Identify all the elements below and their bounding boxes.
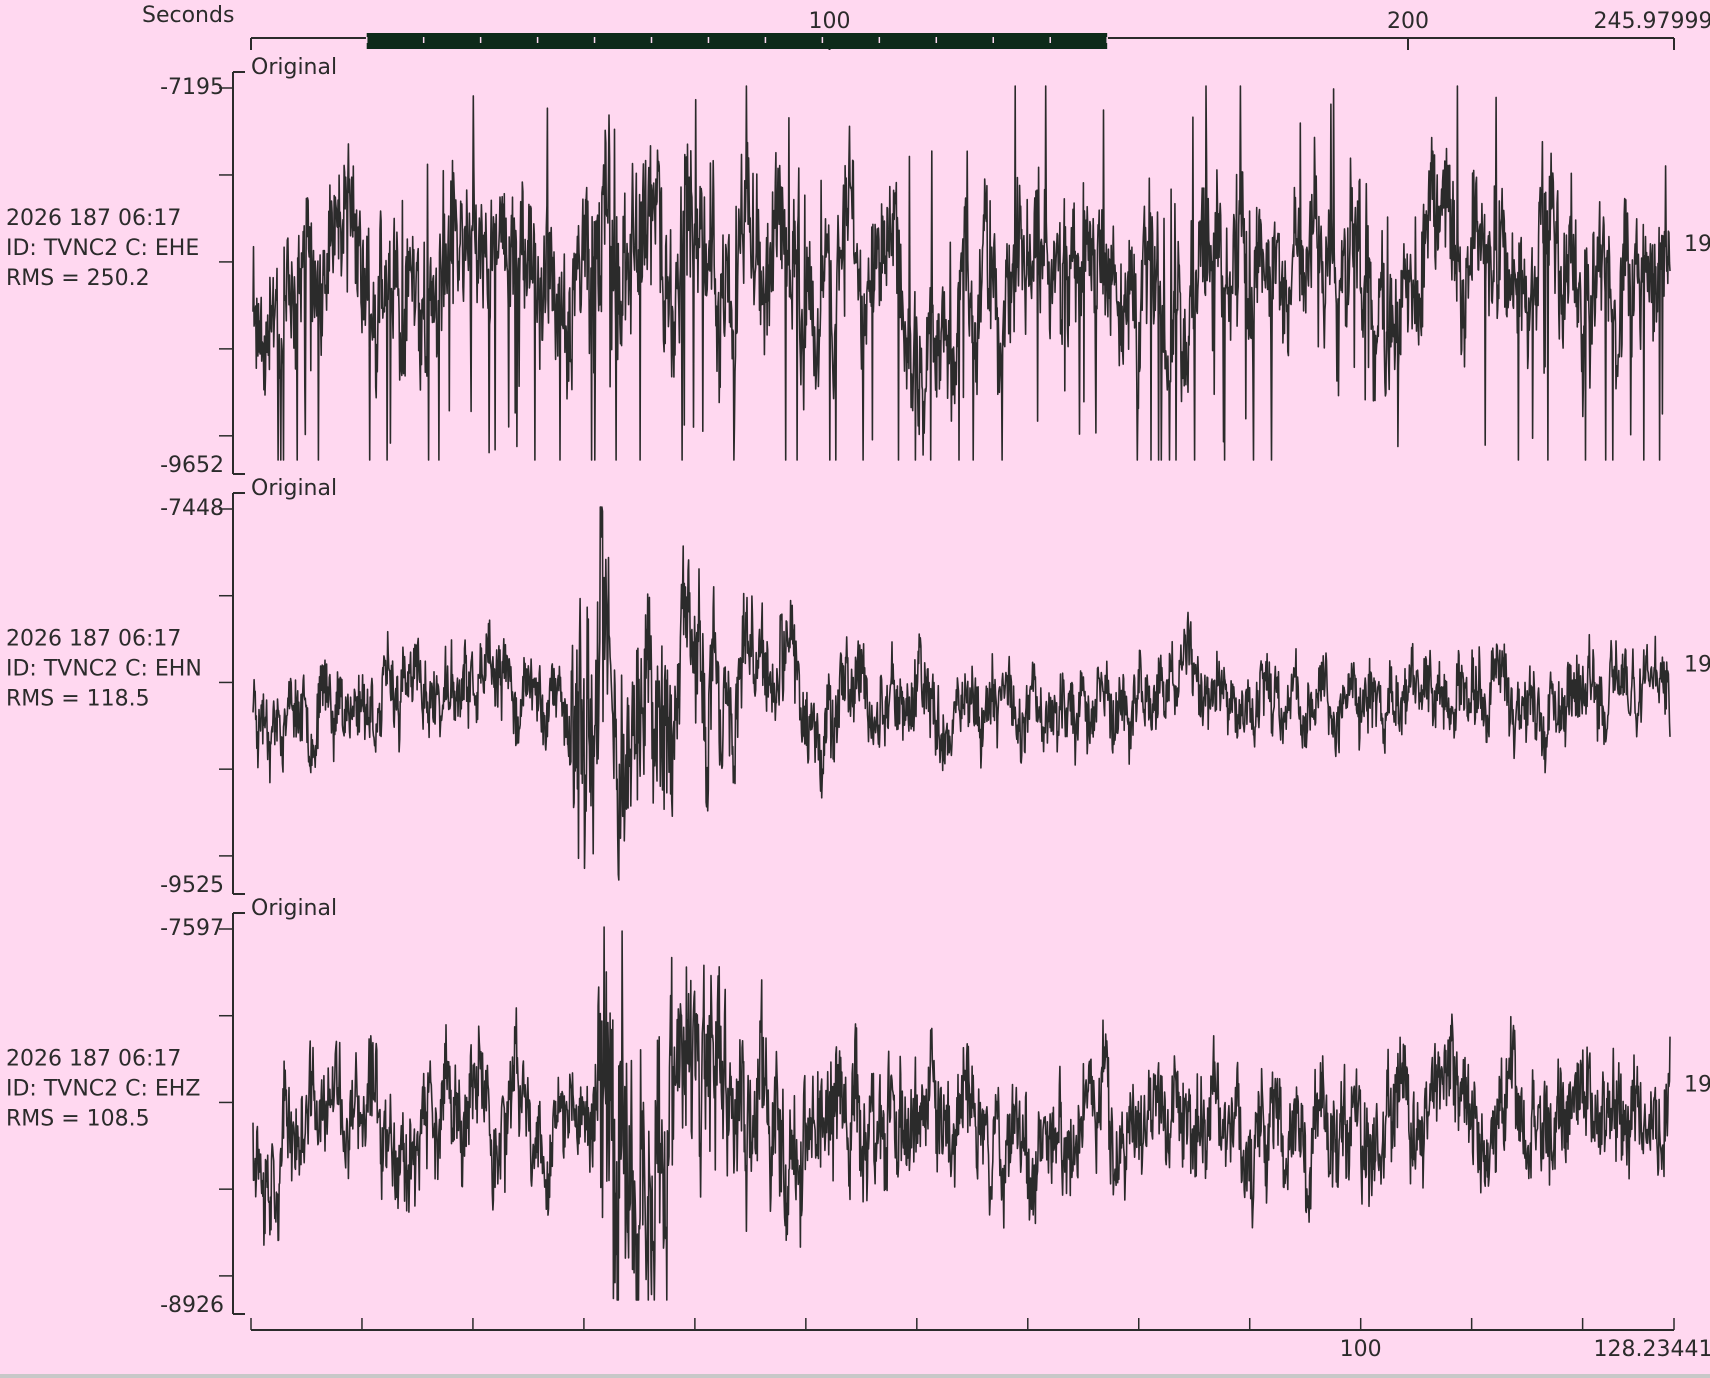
waveform-trace bbox=[252, 506, 1671, 881]
y-min-label: -8926 bbox=[160, 1293, 224, 1318]
y-min-label: -9652 bbox=[160, 453, 224, 478]
bottom-axis: 100 128.23441318 bbox=[250, 1318, 1710, 1362]
trace-right-label: 19 bbox=[1684, 232, 1710, 257]
top-axis-label: Seconds bbox=[142, 3, 234, 28]
trace-datetime: 2026 187 06:17 bbox=[6, 1047, 181, 1072]
waveform-trace bbox=[252, 926, 1671, 1301]
trace-right-label: 19 bbox=[1684, 653, 1710, 678]
trace-panels: Original -7195 -9652 2026 187 06:17 ID: TVNC… bbox=[6, 55, 1710, 1318]
top-axis: Seconds 100 200 245.97999573 bbox=[142, 3, 1710, 50]
top-axis-tick-label: 100 bbox=[809, 9, 851, 34]
trace-rms: RMS = 118.5 bbox=[6, 687, 150, 712]
trace-id: ID: TVNC2 C: EHN bbox=[6, 657, 202, 682]
y-max-label: -7597 bbox=[160, 916, 224, 941]
trace-datetime: 2026 187 06:17 bbox=[6, 627, 181, 652]
y-min-label: -9525 bbox=[160, 873, 224, 898]
bottom-axis-ticks: 100 128.23441318 bbox=[250, 1318, 1710, 1362]
trace-panel-ehe: Original -7195 -9652 2026 187 06:17 ID: TVNC… bbox=[6, 55, 1710, 478]
zoom-window-rect[interactable] bbox=[366, 33, 1108, 49]
trace-tag: Original bbox=[251, 55, 337, 80]
trace-panel-ehn: Original -7448 -9525 2026 187 06:17 ID: TVNC… bbox=[6, 476, 1710, 898]
top-axis-tick-label: 245.97999573 bbox=[1594, 9, 1710, 34]
zoom-window-bar[interactable] bbox=[365, 33, 1108, 49]
trace-tag: Original bbox=[251, 476, 337, 501]
waveform-trace bbox=[252, 85, 1671, 461]
trace-tag: Original bbox=[251, 896, 337, 921]
trace-rms: RMS = 250.2 bbox=[6, 266, 150, 291]
top-axis-tick-label: 200 bbox=[1387, 9, 1429, 34]
bottom-axis-tick-label: 100 bbox=[1340, 1337, 1382, 1362]
seismogram-plot: Seconds 100 200 245.97999573 Original -7195… bbox=[6, 3, 1710, 1362]
y-max-label: -7195 bbox=[160, 75, 224, 100]
bottom-axis-tick-label: 128.23441318 bbox=[1594, 1337, 1710, 1362]
trace-id: ID: TVNC2 C: EHE bbox=[6, 236, 199, 261]
window-bottom-border bbox=[0, 1374, 1710, 1378]
y-max-label: -7448 bbox=[160, 496, 224, 521]
trace-id: ID: TVNC2 C: EHZ bbox=[6, 1077, 200, 1102]
trace-datetime: 2026 187 06:17 bbox=[6, 206, 181, 231]
trace-panel-ehz: Original -7597 -8926 2026 187 06:17 ID: TVNC… bbox=[6, 896, 1710, 1318]
trace-rms: RMS = 108.5 bbox=[6, 1107, 150, 1132]
trace-right-label: 19 bbox=[1684, 1073, 1710, 1098]
